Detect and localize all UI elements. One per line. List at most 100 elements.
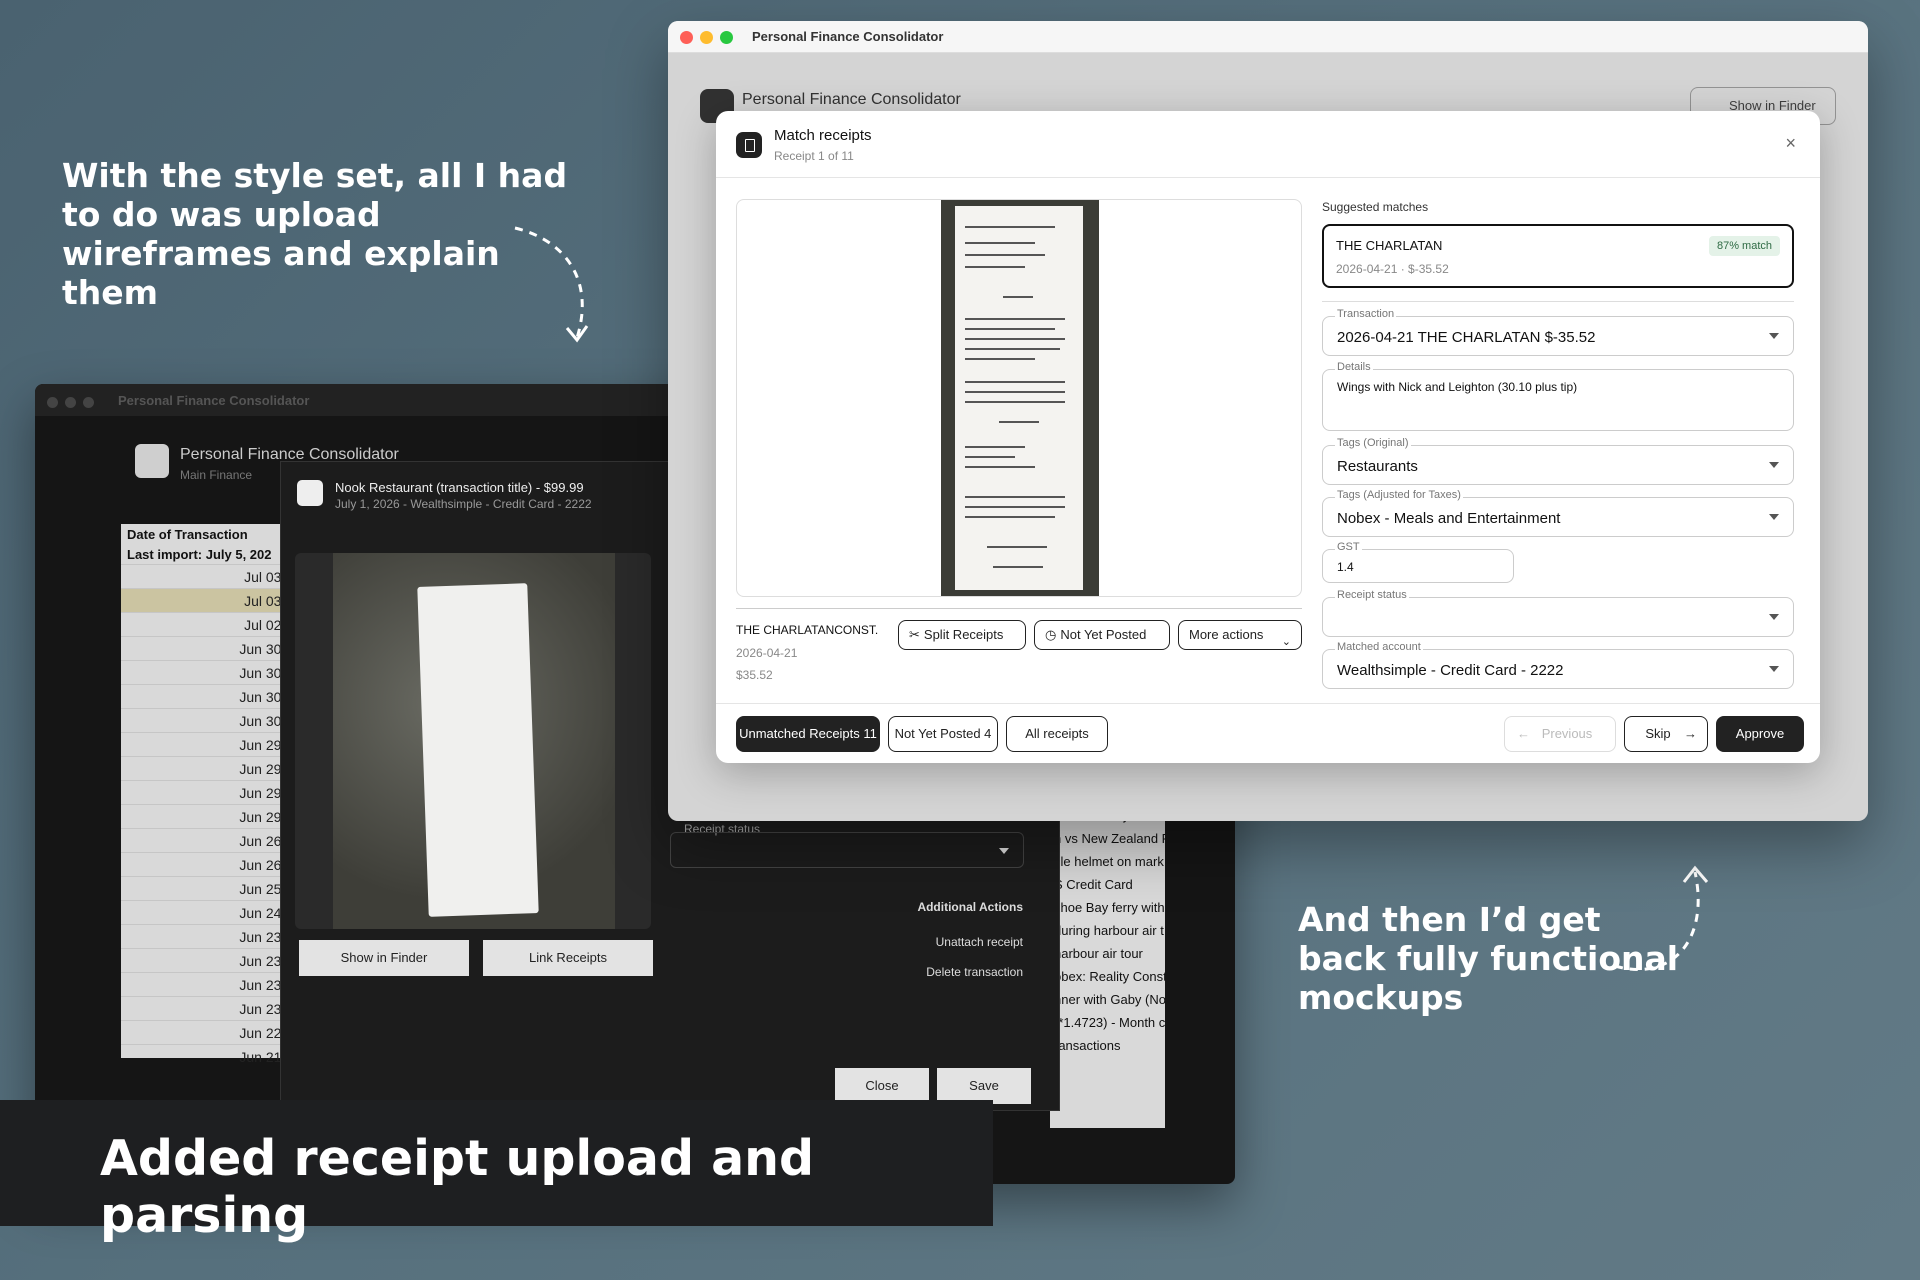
receipt-preview xyxy=(736,199,1302,597)
field-label: Details xyxy=(1335,361,1373,373)
field-label: Matched account xyxy=(1335,641,1423,653)
caption-top-left: With the style set, all I had to do was … xyxy=(62,156,568,312)
previous-button[interactable]: ← Previous xyxy=(1504,716,1616,752)
table-row[interactable]: Jun 30, 2 xyxy=(121,684,301,708)
additional-actions-heading: Additional Actions xyxy=(917,900,1023,914)
minimize-window-icon[interactable] xyxy=(700,31,713,44)
table-row[interactable]: Jun 23, 2 xyxy=(121,996,301,1020)
field-value: 1.4 xyxy=(1337,560,1354,574)
suggested-matches-label: Suggested matches xyxy=(1322,200,1429,214)
tab-not-yet-posted[interactable]: Not Yet Posted 4 xyxy=(888,716,998,752)
link-receipts-button[interactable]: Link Receipts xyxy=(483,940,653,976)
table-row[interactable]: Jun 26, 2 xyxy=(121,828,301,852)
curved-arrow-icon xyxy=(514,226,589,343)
list-item: harbour air tour xyxy=(1054,946,1143,961)
list-item: S Credit Card xyxy=(1054,877,1133,892)
behind-description-column: ve with Gabyn vs New Zealand Fcle helmet… xyxy=(1050,808,1165,1128)
save-button[interactable]: Save xyxy=(937,1068,1031,1104)
table-row[interactable]: Jul 02, 2 xyxy=(121,612,301,636)
table-row[interactable]: Jun 29, 2 xyxy=(121,756,301,780)
list-item: cle helmet on mark xyxy=(1054,854,1164,869)
field-label: GST xyxy=(1335,541,1362,553)
table-row[interactable]: Jun 23, 2 xyxy=(121,924,301,948)
field-label: Transaction xyxy=(1335,308,1397,320)
modal-title: Match receipts xyxy=(774,127,872,144)
chevron-down-icon xyxy=(999,848,1009,854)
modal-subtitle: Receipt 1 of 11 xyxy=(774,149,854,163)
field-value: 2026-04-21 THE CHARLATAN $-35.52 xyxy=(1337,329,1596,346)
table-row[interactable]: Jun 21, 2 xyxy=(121,1044,301,1068)
not-yet-posted-button[interactable]: ◷ Not Yet Posted xyxy=(1034,620,1170,650)
close-window-icon[interactable] xyxy=(680,31,693,44)
suggested-match-card[interactable]: THE CHARLATAN 2026-04-21 · $-35.52 87% m… xyxy=(1322,224,1794,288)
table-row[interactable]: Jun 29, 2 xyxy=(121,732,301,756)
main-titlebar: Personal Finance Consolidator xyxy=(668,21,1868,53)
table-row[interactable]: Jul 03, 2 xyxy=(121,564,301,588)
unattach-receipt-link[interactable]: Unattach receipt xyxy=(936,935,1023,949)
modal-header: Match receipts Receipt 1 of 11 × xyxy=(716,111,1820,178)
list-item: nner with Gaby (No xyxy=(1054,992,1165,1007)
app-logo-icon xyxy=(135,444,169,478)
chevron-down-icon xyxy=(1769,333,1779,339)
field-value: Nobex - Meals and Entertainment xyxy=(1337,510,1561,527)
match-badge: 87% match xyxy=(1708,236,1780,256)
scissors-icon: ✂ xyxy=(909,627,920,642)
delete-transaction-link[interactable]: Delete transaction xyxy=(926,965,1023,979)
table-row[interactable]: Jun 22, 2 xyxy=(121,1020,301,1044)
table-row[interactable]: Jun 24, 2 xyxy=(121,900,301,924)
list-item: during harbour air t xyxy=(1054,923,1164,938)
matched-account-select[interactable]: Matched account Wealthsimple - Credit Ca… xyxy=(1322,641,1794,689)
list-item: obex: Reality Const xyxy=(1054,969,1165,984)
modal-footer: Unmatched Receipts 11 Not Yet Posted 4 A… xyxy=(716,703,1820,763)
table-header: Date of Transaction xyxy=(127,527,248,542)
match-name: THE CHARLATAN xyxy=(1336,238,1443,253)
table-row[interactable]: Jul 03, 2 xyxy=(121,588,301,612)
table-row[interactable]: Jun 26, 2 xyxy=(121,852,301,876)
clock-icon: ◷ xyxy=(1045,627,1057,642)
table-row[interactable]: Jun 29, 2 xyxy=(121,780,301,804)
skip-button[interactable]: Skip → xyxy=(1624,716,1708,752)
table-row[interactable]: Jun 30, 2 xyxy=(121,636,301,660)
tab-unmatched-receipts[interactable]: Unmatched Receipts 11 xyxy=(736,716,880,752)
arrow-right-icon: → xyxy=(1684,726,1697,741)
table-row[interactable]: Jun 30, 2 xyxy=(121,708,301,732)
receipt-paper xyxy=(417,583,539,917)
table-row[interactable]: Jun 23, 2 xyxy=(121,948,301,972)
close-button[interactable]: Close xyxy=(835,1068,929,1104)
field-label: Tags (Original) xyxy=(1335,437,1411,449)
chevron-down-icon xyxy=(1769,514,1779,520)
receipt-amount: $35.52 xyxy=(736,668,773,682)
close-icon[interactable]: × xyxy=(1785,133,1796,154)
list-item: ransactions xyxy=(1054,1038,1121,1053)
split-receipts-button[interactable]: ✂ Split Receipts xyxy=(898,620,1026,650)
tags-adjusted-select[interactable]: Tags (Adjusted for Taxes) Nobex - Meals … xyxy=(1322,489,1794,537)
tags-original-select[interactable]: Tags (Original) Restaurants xyxy=(1322,437,1794,485)
details-textarea[interactable]: Details Wings with Nick and Leighton (30… xyxy=(1322,361,1794,431)
gst-input[interactable]: GST 1.4 xyxy=(1322,541,1514,583)
receipt-icon xyxy=(736,132,762,158)
receipt-merchant: THE CHARLATANCONST. xyxy=(736,623,879,637)
receipt-status-select[interactable] xyxy=(670,832,1024,868)
table-row[interactable]: Jun 29, 2 xyxy=(121,804,301,828)
table-row[interactable]: Jun 30, 2 xyxy=(121,660,301,684)
list-item: n vs New Zealand F xyxy=(1054,831,1165,846)
more-actions-button[interactable]: More actions ⌄ xyxy=(1178,620,1302,650)
receipt-status-select[interactable]: Receipt status xyxy=(1322,589,1794,637)
receipt-date: 2026-04-21 xyxy=(736,646,798,660)
caption-banner: Added receipt upload and parsing xyxy=(0,1100,993,1244)
table-row[interactable]: Jun 25, 2 xyxy=(121,876,301,900)
transaction-select[interactable]: Transaction 2026-04-21 THE CHARLATAN $-3… xyxy=(1322,308,1794,356)
field-value: Wealthsimple - Credit Card - 2222 xyxy=(1337,662,1564,679)
zoom-window-icon[interactable] xyxy=(720,31,733,44)
table-row[interactable]: Jun 23, 2 xyxy=(121,972,301,996)
approve-button[interactable]: Approve xyxy=(1716,716,1804,752)
show-in-finder-button[interactable]: Show in Finder xyxy=(299,940,469,976)
previous-label: Previous xyxy=(1541,726,1593,741)
divider xyxy=(736,608,1302,609)
tab-all-receipts[interactable]: All receipts xyxy=(1006,716,1108,752)
field-value: Restaurants xyxy=(1337,458,1418,475)
split-receipts-label: Split Receipts xyxy=(923,627,1004,642)
list-item: (*1.4723) - Month c xyxy=(1054,1015,1165,1030)
chevron-down-icon xyxy=(1769,666,1779,672)
divider xyxy=(1322,301,1794,302)
